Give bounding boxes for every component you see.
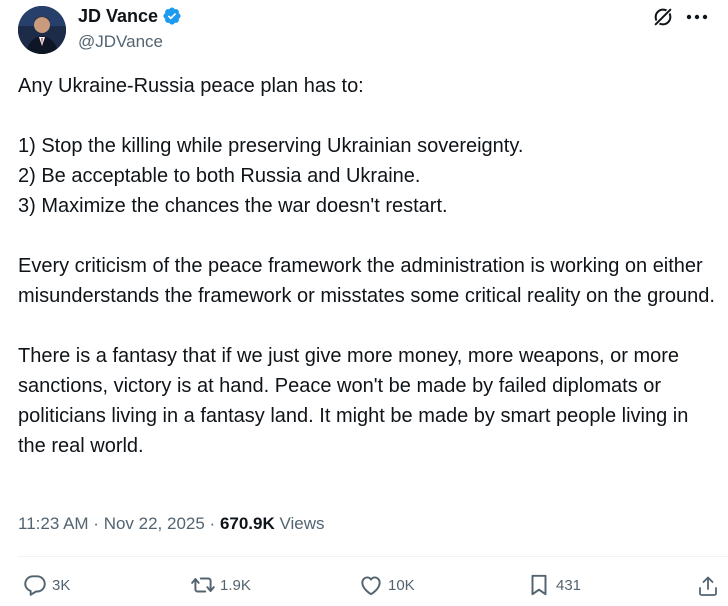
repost-count: 1.9K [220, 576, 251, 594]
avatar-image [18, 6, 66, 54]
share-icon[interactable] [696, 574, 720, 598]
meta-separator: · [88, 514, 104, 533]
reply-button[interactable]: 3K [22, 572, 70, 598]
display-name[interactable]: JD Vance [78, 6, 158, 27]
tweet-time[interactable]: 11:23 AM [18, 514, 89, 533]
bookmark-icon [531, 574, 547, 596]
grok-icon[interactable] [652, 6, 674, 28]
reply-icon [24, 575, 46, 596]
like-button[interactable]: 10K [358, 572, 415, 598]
repost-button[interactable]: 1.9K [190, 572, 251, 598]
author-names: JD Vance @JDVance [78, 4, 182, 52]
meta-separator: · [204, 514, 220, 533]
views-count[interactable]: 670.9K [220, 514, 275, 533]
tweet-header: JD Vance @JDVance [18, 4, 710, 56]
repost-icon [191, 577, 215, 593]
tweet-meta: 11:23 AM · Nov 22, 2025 · 670.9K Views [18, 512, 325, 536]
reply-count: 3K [52, 576, 71, 594]
bookmark-button[interactable]: 431 [526, 572, 581, 598]
handle[interactable]: @JDVance [78, 32, 182, 52]
verified-badge-icon[interactable] [162, 6, 182, 26]
tweet-text: Any Ukraine-Russia peace plan has to: 1)… [18, 75, 715, 457]
bookmark-count: 431 [556, 576, 582, 594]
action-bar: 3K 1.9K 10K 431 [18, 572, 728, 604]
avatar[interactable] [18, 6, 66, 54]
more-options-icon[interactable] [686, 14, 708, 20]
divider [18, 556, 728, 557]
heart-icon [361, 576, 381, 596]
like-count: 10K [388, 576, 415, 594]
tweet-date[interactable]: Nov 22, 2025 [104, 514, 205, 533]
views-label: Views [274, 514, 325, 533]
